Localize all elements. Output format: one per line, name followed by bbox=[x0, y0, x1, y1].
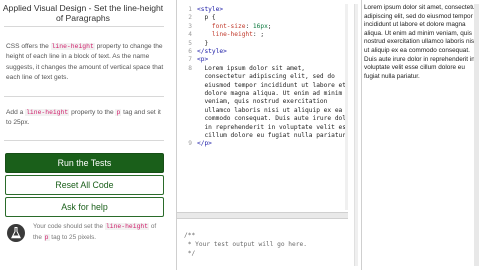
run-tests-button[interactable]: Run the Tests bbox=[5, 153, 164, 173]
inline-code: line-height bbox=[25, 109, 70, 116]
line-number: 5 bbox=[188, 39, 192, 47]
challenge-description: CSS offers the line-height property to c… bbox=[6, 42, 164, 84]
editor-scrollbar[interactable] bbox=[345, 4, 348, 210]
preview-paragraph: Lorem ipsum dolor sit amet, consectetur … bbox=[364, 4, 478, 80]
preview-scrollbar[interactable] bbox=[474, 4, 479, 266]
code-token: font-size bbox=[211, 22, 246, 30]
divider-line bbox=[4, 140, 164, 141]
test-item: Your code should set the line-height of … bbox=[5, 222, 164, 244]
code-token: veniam, quis nostrud exercitation bbox=[197, 98, 328, 106]
instructions-pane: Applied Visual Design - Set the line-hei… bbox=[0, 0, 166, 270]
preview-pane: Lorem ipsum dolor sit amet, consectetur … bbox=[362, 0, 480, 270]
code-line[interactable]: } bbox=[197, 40, 208, 47]
code-token: } bbox=[197, 39, 209, 47]
output-line: /** bbox=[184, 232, 196, 239]
code-line[interactable]: in reprehenderit in voluptate velit esse bbox=[197, 124, 348, 131]
output-line: * Your test output will go here. bbox=[184, 241, 307, 248]
code-editor[interactable]: 1 <style> 2 p { 3 font-size: 16px; 4 line-he… bbox=[177, 4, 348, 210]
code-line[interactable]: commodo consequat. Duis aute irure dolor bbox=[197, 115, 348, 122]
code-line[interactable]: <style> bbox=[197, 6, 223, 13]
instruction-text: Add a bbox=[6, 109, 26, 116]
divider-line bbox=[4, 26, 164, 27]
code-token: </p> bbox=[197, 140, 212, 148]
line-number: 1 bbox=[188, 6, 192, 13]
code-token: dolore magna aliqua. Ut enim ad minim bbox=[197, 90, 343, 97]
code-line[interactable]: veniam, quis nostrud exercitation bbox=[197, 98, 327, 105]
line-number: 9 bbox=[188, 140, 192, 148]
code-token: p { bbox=[197, 14, 216, 22]
code-token: Lorem ipsum dolor sit amet, bbox=[197, 64, 306, 72]
code-token: <p> bbox=[197, 56, 209, 64]
editor-pane-scrollbar[interactable] bbox=[354, 4, 358, 266]
ask-for-help-button[interactable]: Ask for help bbox=[5, 197, 164, 217]
editor-output-divider[interactable] bbox=[177, 212, 348, 219]
code-line[interactable]: p { bbox=[197, 14, 216, 22]
code-token: <style> bbox=[197, 6, 224, 13]
description-text: CSS offers the bbox=[6, 43, 51, 50]
output-line: */ bbox=[184, 250, 196, 257]
code-token: consectetur adipiscing elit, sed do bbox=[197, 73, 335, 81]
test-description: Your code should set the line-height of … bbox=[33, 222, 164, 243]
test-text: tag to 25 pixels. bbox=[49, 233, 97, 241]
code-line[interactable]: Lorem ipsum dolor sit amet, bbox=[197, 65, 305, 72]
inline-code: line-height bbox=[104, 223, 150, 230]
reset-code-button[interactable]: Reset All Code bbox=[5, 175, 164, 195]
code-line[interactable]: font-size: 16px; bbox=[197, 23, 272, 30]
code-token: commodo consequat. Duis aute irure dolor bbox=[197, 115, 348, 123]
code-line[interactable]: eiusmod tempor incididunt ut labore et bbox=[197, 82, 346, 89]
challenge-title: Applied Visual Design - Set the line-hei… bbox=[2, 3, 164, 23]
instruction-text: property to the bbox=[69, 109, 116, 116]
test-output-console: /** * Your test output will go here. */ bbox=[177, 230, 348, 270]
code-line[interactable]: consectetur adipiscing elit, sed do bbox=[197, 73, 335, 81]
divider-line bbox=[4, 96, 164, 97]
code-token: cillum dolore eu fugiat nulla pariatur. bbox=[197, 132, 348, 139]
line-number: 4 bbox=[188, 31, 192, 39]
code-line[interactable]: dolore magna aliqua. Ut enim ad minim bbox=[197, 90, 342, 97]
code-line[interactable]: </p> bbox=[197, 140, 212, 147]
code-token: </style> bbox=[197, 48, 227, 55]
code-line[interactable]: cillum dolore eu fugiat nulla pariatur. bbox=[197, 132, 348, 139]
line-number: 2 bbox=[188, 14, 192, 22]
line-number: 8 bbox=[188, 64, 192, 72]
challenge-instructions: Add a line-height property to the p tag … bbox=[6, 108, 164, 129]
test-text: Your code should set the bbox=[33, 223, 105, 230]
code-line[interactable]: ullamco laboris nisi ut aliquip ex ea bbox=[197, 107, 342, 114]
code-token: 16px bbox=[252, 22, 268, 30]
inline-code: line-height bbox=[50, 43, 95, 50]
line-number: 6 bbox=[188, 48, 192, 55]
code-line[interactable]: <p> bbox=[197, 56, 208, 63]
code-token: ullamco laboris nisi ut aliquip ex ea bbox=[197, 106, 343, 114]
line-number: 3 bbox=[188, 22, 192, 30]
code-line[interactable]: </style> bbox=[197, 48, 227, 55]
code-token: in reprehenderit in voluptate velit esse bbox=[197, 123, 348, 131]
flask-icon bbox=[7, 224, 25, 242]
code-token: : bbox=[245, 22, 253, 30]
code-token: : ; bbox=[252, 31, 265, 39]
code-token: eiusmod tempor incididunt ut labore et bbox=[197, 81, 347, 89]
code-token: line-height bbox=[211, 31, 253, 39]
line-number: 7 bbox=[188, 56, 192, 64]
code-line[interactable]: line-height: ; bbox=[197, 31, 264, 38]
code-token: ; bbox=[267, 22, 272, 30]
